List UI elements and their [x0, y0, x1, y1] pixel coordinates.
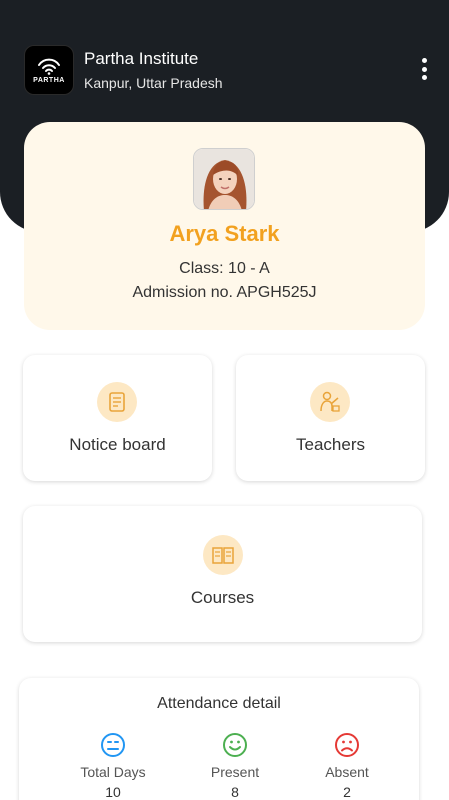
student-name: Arya Stark	[169, 221, 280, 246]
total-days-label: Total Days	[80, 764, 146, 780]
teachers-tile[interactable]: Teachers	[236, 355, 425, 481]
institute-name: Partha Institute	[84, 49, 199, 68]
present-label: Present	[210, 764, 260, 780]
notice-board-label: Notice board	[69, 435, 166, 454]
teachers-label: Teachers	[296, 435, 365, 454]
institute-logo: PARTHA	[24, 45, 74, 95]
notice-board-tile[interactable]: Notice board	[23, 355, 212, 481]
total-days-stat: Total Days 10	[63, 732, 163, 800]
teachers-icon	[310, 382, 350, 422]
admission-number: Admission no. APGH525J	[132, 284, 317, 301]
menu-dot-icon	[421, 58, 427, 63]
courses-icon	[203, 535, 243, 575]
logo-text: PARTHA	[33, 76, 65, 84]
total-days-value: 10	[105, 784, 121, 800]
courses-label: Courses	[190, 588, 255, 607]
menu-dot-icon	[421, 75, 427, 80]
absent-stat: Absent 2	[297, 732, 397, 800]
menu-dot-icon	[421, 66, 427, 72]
absent-label: Absent	[325, 764, 369, 780]
courses-tile[interactable]: Courses	[23, 506, 422, 642]
student-avatar	[193, 148, 255, 210]
absent-value: 2	[343, 784, 351, 800]
smile-face-icon	[223, 733, 247, 757]
wifi-logo-icon	[38, 58, 60, 75]
avatar-portrait-icon	[194, 149, 254, 209]
institute-location: Kanpur, Uttar Pradesh	[84, 75, 223, 91]
present-value: 8	[231, 784, 239, 800]
student-profile-card: Arya Stark Class: 10 - A Admission no. A…	[24, 122, 425, 330]
present-stat: Present 8	[185, 732, 285, 800]
more-options-button[interactable]	[412, 55, 436, 83]
sad-face-icon	[335, 733, 359, 757]
student-class: Class: 10 - A	[179, 260, 270, 277]
notice-board-icon	[97, 382, 137, 422]
attendance-title: Attendance detail	[157, 695, 281, 712]
attendance-card: Attendance detail Total Days 10 Present …	[19, 678, 419, 800]
neutral-face-icon	[101, 733, 125, 757]
